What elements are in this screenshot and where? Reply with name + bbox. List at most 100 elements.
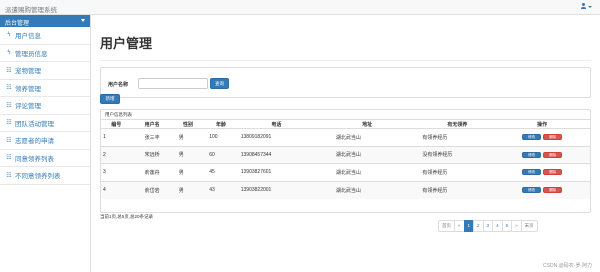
cell-actions: 修改 删除 — [494, 145, 590, 164]
cell-gender: 男 — [172, 163, 204, 181]
add-button[interactable]: 新增 — [100, 94, 120, 104]
cell-adopt: 没有领养经历 — [420, 145, 495, 164]
row-actions: 修改 删除 — [496, 169, 588, 176]
search-panel: 用户名称 查询 — [100, 67, 591, 98]
pagination-summary: 当前1页,总5页,总20条记录 — [100, 214, 154, 219]
chevron-down-icon — [81, 19, 85, 22]
cell-id: 2 — [101, 145, 132, 164]
sidebar-item-label: 管理员信息 — [15, 50, 48, 58]
search-input[interactable] — [138, 78, 208, 89]
cell-address: 湖北武当山 — [313, 128, 421, 146]
cell-username: 俞莲舟 — [131, 163, 173, 181]
app-brand[interactable]: 派遣赐购管理系统 — [5, 4, 57, 14]
cell-username: 宋远桥 — [131, 145, 173, 164]
title-divider — [100, 60, 591, 61]
page-last-button[interactable]: 末页 — [520, 220, 538, 232]
column-header: 有无领养 — [420, 119, 495, 129]
cell-phone: 13908457344 — [238, 145, 314, 164]
edit-button[interactable]: 修改 — [522, 187, 542, 193]
cell-actions: 修改 删除 — [494, 163, 590, 181]
table-row: 2 宋远桥男 60 13908457344 湖北武当山 没有领养经历 修改 删除 — [101, 145, 590, 164]
column-header: 编号 — [101, 119, 132, 129]
sitemap-icon: ☷ — [6, 172, 12, 179]
delete-button[interactable]: 删除 — [543, 134, 563, 141]
cell-username: 张三丰 — [131, 128, 173, 146]
delete-button[interactable]: 删除 — [543, 187, 563, 193]
column-header: 年龄 — [203, 119, 239, 129]
sidebar: 后台管理 ϟ 用户信息 ϟ 管理员信息 ☷ 宠物管理 ☷ 领养管理 ☷ 评论管理 ☷ 团队活动管理 ☷ 志… — [0, 15, 91, 272]
cell-gender: 男 — [172, 145, 204, 164]
edit-button[interactable]: 修改 — [522, 134, 542, 141]
cell-address: 湖北武当山 — [313, 180, 421, 199]
cell-phone: 13903827601 — [238, 163, 314, 181]
cell-adopt: 有领养经历 — [420, 128, 495, 146]
sidebar-item-label: 志愿者的申请 — [15, 138, 54, 146]
cell-address: 湖北武当山 — [313, 145, 421, 164]
sidebar-header-label: 后台管理 — [5, 21, 30, 27]
sidebar-item[interactable]: ϟ 管理员信息 — [0, 45, 90, 62]
sidebar-item-label: 用户信息 — [15, 33, 41, 41]
sidebar-item-label: 领养管理 — [15, 85, 41, 93]
cell-gender: 男 — [172, 128, 204, 146]
table-caption: 用户信息列表 — [105, 112, 132, 117]
sidebar-item[interactable]: ϟ 用户信息 — [0, 27, 90, 45]
search-button[interactable]: 查询 — [210, 78, 229, 89]
page-title: 用户管理 — [100, 36, 153, 51]
cell-age: 45 — [203, 163, 239, 181]
pagination: 首页 «1 2 3 4 5» 末页 — [438, 220, 538, 232]
cell-adopt: 有领养经历 — [420, 163, 495, 181]
page-first-button[interactable]: 首页 — [438, 220, 455, 232]
column-header: 用户名 — [131, 119, 173, 129]
sitemap-icon: ☷ — [6, 137, 12, 144]
cell-age: 100 — [203, 128, 239, 146]
cell-age: 60 — [203, 145, 239, 164]
sidebar-item-label: 评论管理 — [15, 103, 41, 111]
column-header: 操作 — [494, 119, 590, 129]
cell-phone: 13809182091 — [238, 128, 314, 146]
edit-button[interactable]: 修改 — [522, 169, 542, 176]
user-table-panel: 用户信息列表 编号 用户名 性别 年龄 电话 地址 有无领养 操作 1 张三丰男 100 13809… — [100, 109, 591, 213]
sidebar-header[interactable]: 后台管理 — [0, 15, 90, 27]
cell-phone: 13903822001 — [238, 180, 314, 199]
sidebar-item[interactable]: ☷ 志愿者的申请 — [0, 132, 90, 150]
cell-address: 湖北武当山 — [313, 163, 421, 181]
sidebar-item-label: 同意领养列表 — [15, 155, 54, 163]
row-actions: 修改 删除 — [496, 151, 588, 158]
cell-id: 4 — [101, 180, 132, 199]
sidebar-item-label: 团队活动管理 — [15, 120, 54, 128]
cell-gender: 男 — [172, 180, 204, 199]
sidebar-item[interactable]: ☷ 团队活动管理 — [0, 115, 90, 132]
cell-actions: 修改 删除 — [494, 128, 590, 146]
row-actions: 修改 删除 — [496, 134, 588, 141]
table-row: 3 俞莲舟男 45 13903827601 湖北武当山 有领养经历 修改 删除 — [101, 163, 590, 181]
row-actions: 修改 删除 — [496, 187, 588, 193]
sidebar-item-label: 不同意领养列表 — [15, 173, 61, 181]
sidebar-item[interactable]: ☷ 不同意领养列表 — [0, 167, 90, 185]
column-header: 性别 — [172, 119, 204, 129]
delete-button[interactable]: 删除 — [543, 151, 563, 158]
user-icon — [580, 3, 586, 10]
watermark: CSDN @码农·罗·阿力 — [543, 263, 592, 269]
cell-username: 俞岱岩 — [131, 180, 173, 199]
delete-button[interactable]: 删除 — [543, 169, 563, 176]
user-menu[interactable] — [580, 3, 592, 10]
main-content: 用户管理 用户名称 查询 新增 用户信息列表 编号 用户名 性别 年龄 电话 地址 有无领养… — [91, 15, 600, 272]
search-label: 用户名称 — [108, 82, 129, 88]
edit-button[interactable]: 修改 — [522, 151, 542, 158]
user-table: 编号 用户名 性别 年龄 电话 地址 有无领养 操作 1 张三丰男 100 13809182091 湖… — [101, 119, 590, 199]
sidebar-item[interactable]: ☷ 评论管理 — [0, 97, 90, 115]
table-row: 4 俞岱岩男 43 13903822001 湖北武当山 有领养经历 修改 删除 — [101, 180, 590, 199]
sidebar-item[interactable]: ☷ 领养管理 — [0, 80, 90, 97]
sitemap-icon: ☷ — [6, 120, 12, 127]
top-navbar: 派遣赐购管理系统 — [0, 0, 600, 15]
column-header: 地址 — [313, 119, 421, 129]
sitemap-icon: ☷ — [6, 155, 12, 162]
table-header-row: 编号 用户名 性别 年龄 电话 地址 有无领养 操作 — [101, 119, 590, 129]
column-header: 电话 — [238, 119, 314, 129]
cell-adopt: 有领养经历 — [420, 180, 495, 199]
sidebar-item[interactable]: ☷ 宠物管理 — [0, 62, 90, 80]
cell-id: 3 — [101, 163, 132, 181]
sitemap-icon: ☷ — [6, 85, 12, 92]
cell-id: 1 — [101, 128, 132, 146]
sidebar-item[interactable]: ☷ 同意领养列表 — [0, 150, 90, 167]
